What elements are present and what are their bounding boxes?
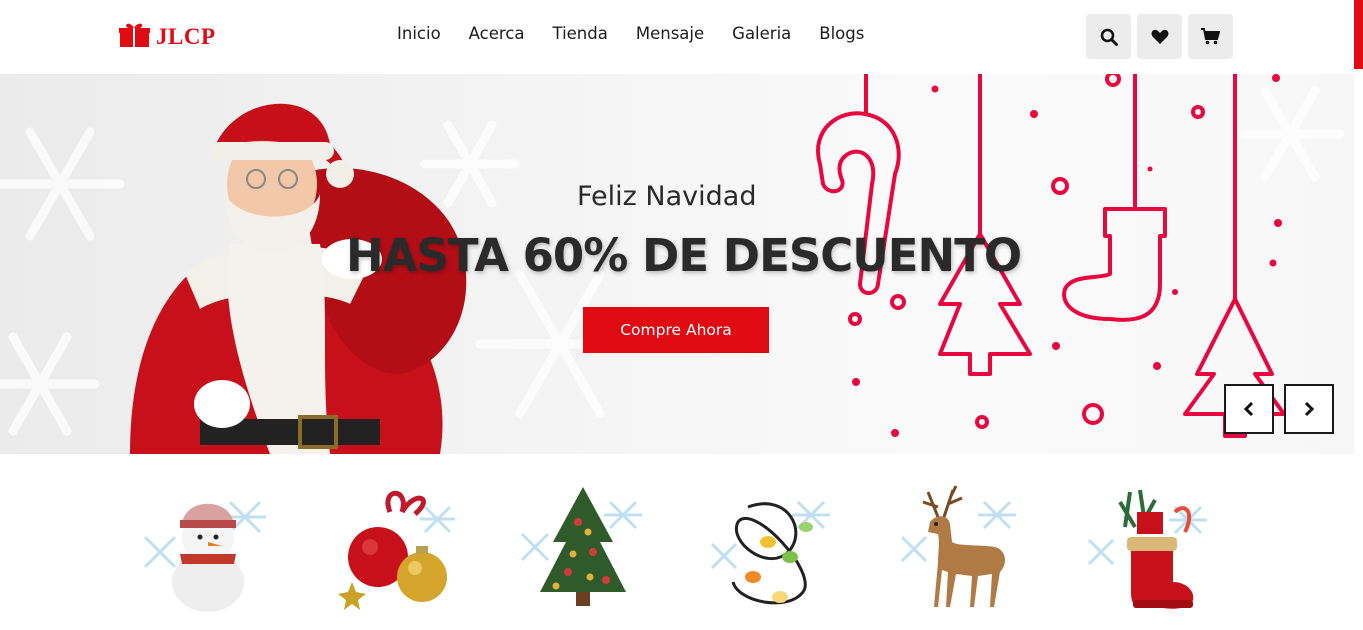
category-gift-stocking[interactable] — [1085, 482, 1215, 617]
gift-stocking-icon — [1087, 489, 1207, 609]
nav-link-galeria[interactable]: Galeria — [732, 24, 791, 43]
nav-link-blogs[interactable]: Blogs — [819, 24, 864, 43]
category-reindeer[interactable] — [898, 482, 1028, 617]
cart-button[interactable] — [1188, 14, 1233, 59]
reindeer-icon — [900, 485, 1016, 607]
category-snowman[interactable] — [140, 482, 270, 617]
category-string-lights[interactable] — [708, 482, 838, 617]
wishlist-button[interactable] — [1137, 14, 1182, 59]
search-icon — [1100, 28, 1118, 46]
cart-icon — [1201, 28, 1220, 45]
chevron-left-icon — [1243, 401, 1254, 417]
search-button[interactable] — [1086, 14, 1131, 59]
nav-link-mensaje[interactable]: Mensaje — [636, 24, 704, 43]
ornaments-icon — [338, 490, 455, 610]
shop-now-button[interactable]: Compre Ahora — [583, 307, 769, 353]
nav-link-tienda[interactable]: Tienda — [553, 24, 608, 43]
header-actions — [1086, 14, 1233, 59]
gift-icon — [119, 22, 151, 52]
heart-icon — [1151, 29, 1168, 44]
carousel-prev-button[interactable] — [1224, 384, 1274, 434]
main-nav: Inicio Acerca Tienda Mensaje Galeria Blo… — [383, 24, 878, 43]
nav-link-acerca[interactable]: Acerca — [469, 24, 525, 43]
string-lights-icon — [710, 500, 830, 605]
hero-title: HASTA 60% DE DESCUENTO — [346, 229, 1022, 282]
hero-subtitle: Feliz Navidad — [577, 181, 757, 212]
site-header: JLCP Inicio Acerca Tienda Mensaje Galeri… — [0, 0, 1363, 74]
snowman-icon — [143, 500, 266, 612]
brand-name: JLCP — [156, 24, 216, 49]
christmas-tree-icon — [520, 487, 642, 606]
carousel-next-button[interactable] — [1284, 384, 1334, 434]
nav-link-inicio[interactable]: Inicio — [397, 24, 441, 43]
hero-banner: Feliz Navidad HASTA 60% DE DESCUENTO Com… — [0, 74, 1354, 454]
category-strip — [0, 454, 1363, 630]
chevron-right-icon — [1304, 401, 1315, 417]
brand-logo[interactable]: JLCP — [119, 22, 216, 52]
category-ornaments[interactable] — [330, 482, 460, 617]
scrollbar-accent — [1354, 0, 1363, 69]
category-christmas-tree[interactable] — [518, 482, 648, 617]
